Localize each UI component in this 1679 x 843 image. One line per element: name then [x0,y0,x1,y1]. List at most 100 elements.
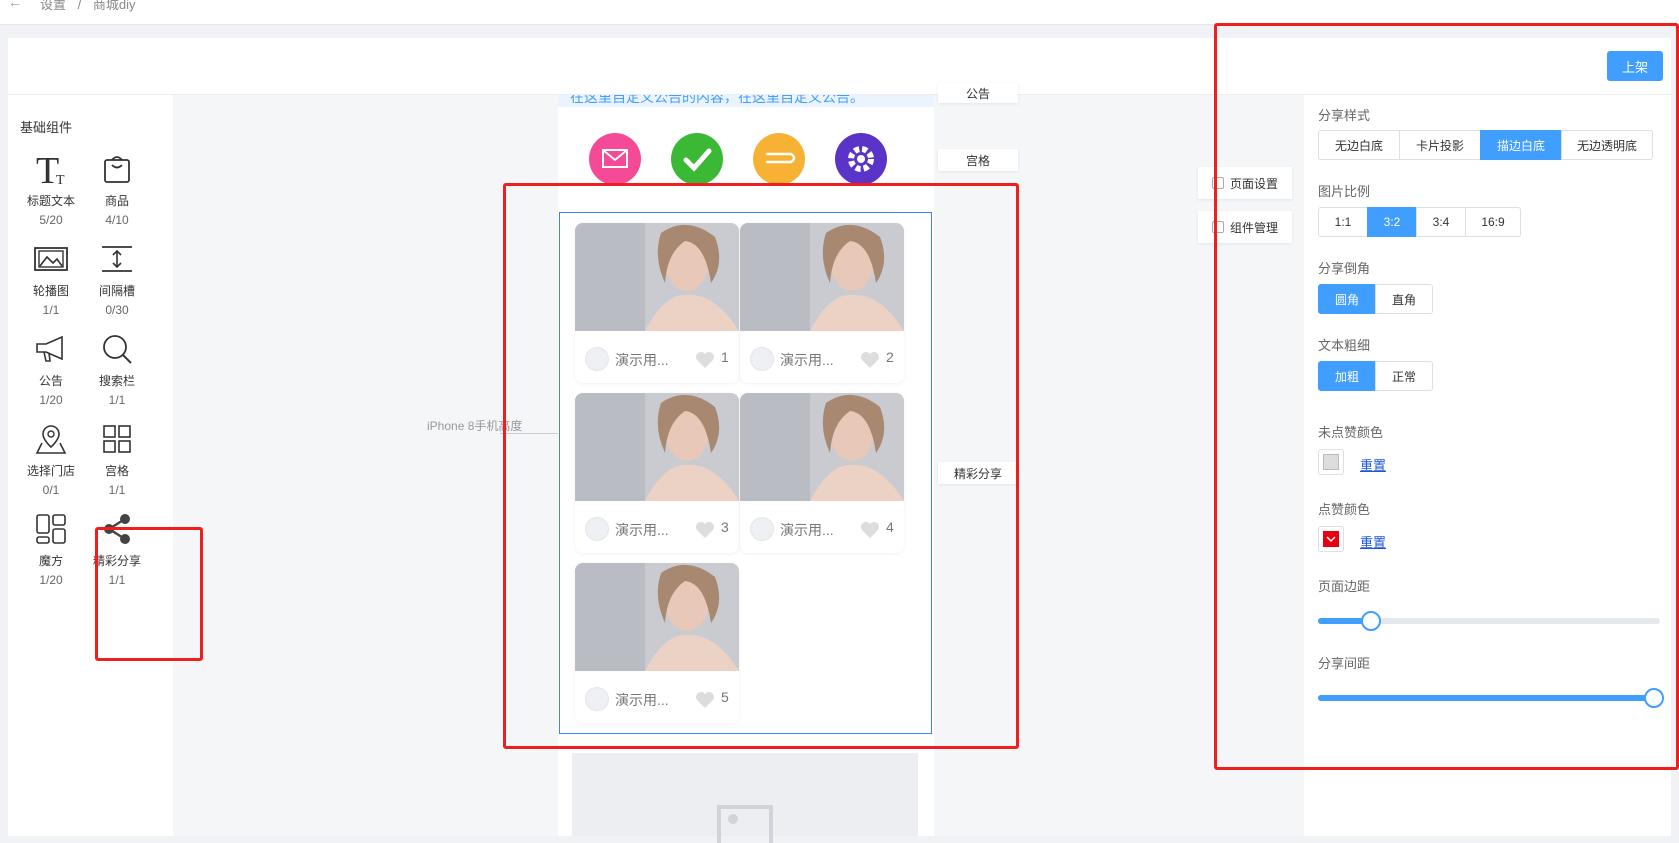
component-count: 0/30 [105,303,129,317]
page-settings-icon [1212,177,1224,189]
share-user-name: 演示用... [615,352,669,368]
share-component-preview[interactable]: 演示用... 1 演示用... 2 演示用... 3 演示用... 4 演示用.… [559,212,932,734]
tag-share[interactable]: 精彩分享 [938,462,1018,484]
component-manage-button[interactable]: 组件管理 [1198,211,1292,243]
gear-icon[interactable] [835,133,887,185]
text-weight-option-selected[interactable]: 加粗 [1318,361,1376,391]
share-style-option-selected[interactable]: 描边白底 [1480,130,1562,160]
share-card[interactable]: 演示用... 5 [575,563,739,723]
avatar [585,517,609,541]
component-carousel[interactable]: 轮播图 1/1 [19,239,83,318]
heart-icon[interactable] [695,521,715,539]
breadcrumb-item-diy: 商城diy [92,0,136,12]
liked-color-swatch [1323,531,1339,547]
component-goods[interactable]: 商品 4/10 [85,149,149,228]
share-icon [85,509,149,549]
breadcrumb-item-settings[interactable]: 设置 [40,0,66,12]
settings-panel: 分享样式 无边白底 卡片投影 描边白底 无边透明底 图片比例 1:1 3:2 3… [1304,95,1671,836]
component-grid[interactable]: 宫格 1/1 [85,419,149,498]
share-image [740,223,904,331]
text-weight-option[interactable]: 正常 [1375,361,1433,391]
page-settings-button[interactable]: 页面设置 [1198,167,1292,199]
mail-icon[interactable] [589,133,641,185]
share-card[interactable]: 演示用... 2 [740,223,904,383]
heart-icon[interactable] [695,351,715,369]
share-gap-label: 分享间距 [1318,656,1371,671]
page-margin-slider[interactable] [1318,611,1660,631]
tag-grid[interactable]: 宫格 [938,149,1018,171]
component-cube[interactable]: 魔方 1/20 [19,509,83,588]
component-manage-icon [1212,221,1224,233]
component-name: 宫格 [104,464,129,478]
like-count: 2 [886,349,894,365]
breadcrumb-separator: / [77,0,82,12]
publish-button[interactable]: 上架 [1607,51,1663,81]
component-count: 1/1 [108,573,126,587]
avatar [750,517,774,541]
component-count: 1/20 [39,393,63,407]
slider-handle[interactable] [1644,688,1664,708]
like-count: 1 [721,349,729,365]
share-user-name: 演示用... [615,692,669,708]
unliked-color-picker[interactable] [1318,449,1344,475]
heart-icon[interactable] [860,521,880,539]
notice-bar[interactable]: 在这里自定义公告的内容，在这里自定义公告。 [558,95,934,107]
corner-label: 分享倒角 [1318,261,1371,276]
image-ratio-group: 1:1 3:2 3:4 16:9 [1318,207,1521,237]
unliked-color-swatch [1323,454,1339,470]
liked-color-reset[interactable]: 重置 [1360,532,1386,551]
component-search[interactable]: 搜索栏 1/1 [85,329,149,408]
notice-text: 在这里自定义公告的内容，在这里自定义公告。 [570,95,864,105]
heart-icon[interactable] [860,351,880,369]
liked-color-picker[interactable] [1318,526,1344,552]
grid-nav [558,133,934,193]
cube-layout-icon [19,509,83,549]
text-weight-group: 加粗 正常 [1318,361,1433,391]
share-card[interactable]: 演示用... 3 [575,393,739,553]
component-name: 选择门店 [26,464,75,478]
component-notice[interactable]: 公告 1/20 [19,329,83,408]
check-icon[interactable] [671,133,723,185]
corner-option-selected[interactable]: 圆角 [1318,284,1376,314]
image-placeholder-icon [717,805,773,843]
component-store[interactable]: 选择门店 0/1 [19,419,83,498]
arrow-left-icon[interactable]: ← [8,0,22,10]
component-share[interactable]: 精彩分享 1/1 [85,509,149,588]
corner-group: 圆角 直角 [1318,284,1433,314]
component-count: 1/20 [39,573,63,587]
grid-icon [85,419,149,459]
liked-color-label: 点赞颜色 [1318,502,1371,517]
tag-notice[interactable]: 公告 [938,83,1018,103]
slider-fill [1318,695,1660,701]
unliked-color-reset[interactable]: 重置 [1360,455,1386,474]
share-style-group: 无边白底 卡片投影 描边白底 无边透明底 [1318,130,1653,160]
ribbon-icon[interactable] [753,133,805,185]
share-gap-slider[interactable] [1318,688,1664,708]
component-manage-label: 组件管理 [1230,220,1279,235]
component-name: 商品 [104,194,129,208]
component-count: 1/1 [108,483,126,497]
share-card[interactable]: 演示用... 1 [575,223,739,383]
component-spacer[interactable]: 间隔槽 0/30 [85,239,149,318]
share-style-option[interactable]: 卡片投影 [1399,130,1481,160]
store-location-icon [19,419,83,459]
chevron-down-icon [1326,536,1336,543]
component-title-text[interactable]: TT 标题文本 5/20 [19,149,83,228]
image-placeholder[interactable] [572,753,918,843]
heart-icon[interactable] [695,691,715,709]
share-style-option[interactable]: 无边透明底 [1561,130,1653,160]
share-card[interactable]: 演示用... 4 [740,393,904,553]
spacer-icon [85,239,149,279]
image-ratio-option-selected[interactable]: 3:2 [1367,207,1417,237]
image-ratio-option[interactable]: 16:9 [1465,207,1521,237]
slider-handle[interactable] [1361,611,1381,631]
share-style-option[interactable]: 无边白底 [1318,130,1400,160]
avatar [585,347,609,371]
corner-option[interactable]: 直角 [1375,284,1433,314]
sidebar-title: 基础组件 [20,120,73,135]
image-ratio-option[interactable]: 3:4 [1416,207,1466,237]
image-ratio-option[interactable]: 1:1 [1318,207,1368,237]
component-name: 标题文本 [26,194,75,208]
component-count: 5/20 [39,213,63,227]
svg-text:T: T [56,173,65,187]
